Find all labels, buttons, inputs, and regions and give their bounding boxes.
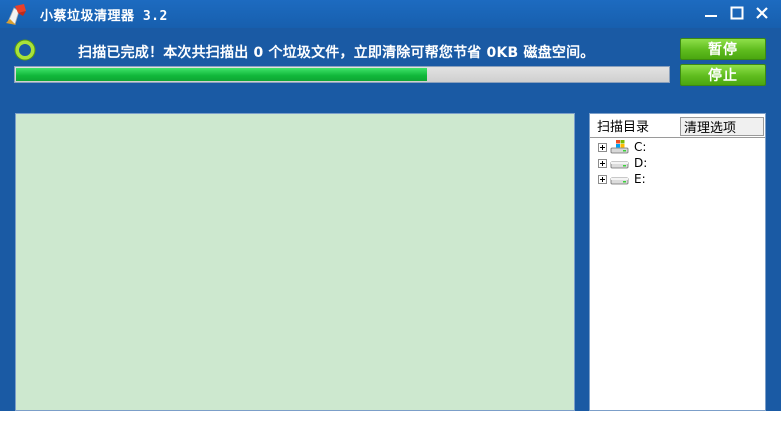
app-window: 小蔡垃圾清理器 3.2 扫描已完成！本次共扫描出 0 个垃圾文件，立即清除可帮您…: [0, 0, 781, 411]
drive-label: C:: [634, 140, 647, 154]
scan-status-message: 扫描已完成！本次共扫描出 0 个垃圾文件，立即清除可帮您节省 0KB 磁盘空间。: [78, 45, 595, 61]
tab-clean-options[interactable]: 清理选项: [680, 117, 764, 136]
minimize-icon: [705, 15, 717, 17]
drive-tree: C: D: E:: [590, 137, 765, 187]
expand-icon[interactable]: [598, 175, 607, 184]
stop-button[interactable]: 停止: [680, 64, 766, 86]
tree-item-drive-c[interactable]: C:: [590, 139, 765, 155]
drive-label: D:: [634, 156, 648, 170]
scan-results-pane[interactable]: [15, 113, 575, 411]
scan-progress-bar: [14, 66, 670, 83]
tab-scan-directory[interactable]: 扫描目录: [592, 115, 680, 136]
minimize-button[interactable]: [701, 4, 721, 22]
expand-icon[interactable]: [598, 143, 607, 152]
close-button[interactable]: [752, 4, 772, 22]
drive-label: E:: [634, 172, 646, 186]
maximize-icon: [730, 6, 744, 20]
hard-drive-icon: [610, 155, 630, 171]
expand-icon[interactable]: [598, 159, 607, 168]
tree-item-drive-d[interactable]: D:: [590, 155, 765, 171]
pause-button[interactable]: 暂停: [680, 38, 766, 60]
tree-item-drive-e[interactable]: E:: [590, 171, 765, 187]
system-drive-icon: [610, 139, 630, 155]
maximize-button[interactable]: [727, 4, 747, 22]
close-icon: [756, 7, 768, 19]
app-logo-icon: [4, 2, 30, 26]
title-bar[interactable]: 小蔡垃圾清理器 3.2: [0, 0, 781, 28]
ring-status-icon: [14, 39, 36, 61]
hard-drive-icon: [610, 171, 630, 187]
scan-progress-fill: [16, 68, 427, 81]
window-title: 小蔡垃圾清理器 3.2: [40, 9, 168, 24]
directory-panel: 扫描目录 清理选项 C: D: E:: [589, 113, 766, 411]
